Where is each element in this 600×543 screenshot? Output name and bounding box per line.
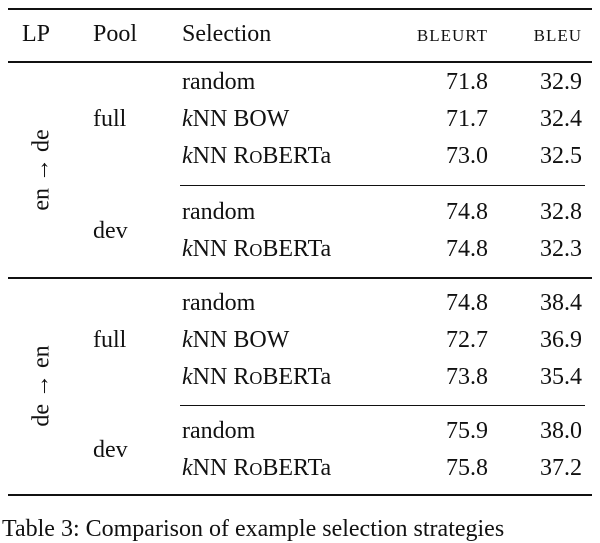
- lp-label: en → de: [28, 128, 55, 211]
- group-rule: [8, 277, 592, 279]
- selection-name: NN ROBERTa: [192, 143, 332, 169]
- bleu-cell: 35.4: [540, 364, 582, 390]
- bleurt-cell: 71.8: [446, 69, 488, 95]
- header-bleurt: bleurt: [416, 21, 488, 47]
- selection-cell: kNN BOW: [182, 105, 289, 133]
- selection-name: NN BOW: [192, 327, 290, 353]
- selection-name: NN ROBERTa: [192, 364, 332, 390]
- bleu-cell: 32.8: [540, 199, 582, 225]
- selection-cell: kNN BOW: [182, 326, 289, 354]
- bottom-rule: [8, 494, 592, 496]
- bleurt-cell: 75.9: [446, 418, 488, 444]
- selection-name: NN ROBERTa: [192, 455, 332, 481]
- header-rule: [8, 61, 592, 63]
- bleu-cell: 32.3: [540, 236, 582, 262]
- selection-cell: kNN ROBERTa: [182, 142, 331, 171]
- bleurt-cell: 71.7: [446, 106, 488, 132]
- bleurt-cell: 72.7: [446, 327, 488, 353]
- selection-cell: random: [182, 417, 255, 445]
- bleurt-cell: 74.8: [446, 290, 488, 316]
- selection-prefix: k: [182, 364, 193, 390]
- selection-name: random: [182, 199, 256, 225]
- selection-name: NN ROBERTa: [192, 236, 332, 262]
- pool-label: dev: [93, 217, 128, 244]
- bleu-cell: 38.4: [540, 290, 582, 316]
- header-bleu: bleu: [533, 21, 582, 47]
- selection-cell: kNN ROBERTa: [182, 454, 331, 483]
- bleu-cell: 32.9: [540, 69, 582, 95]
- selection-name: random: [182, 418, 256, 444]
- header-pool: Pool: [93, 21, 138, 47]
- selection-name: random: [182, 69, 256, 95]
- bleu-cell: 32.4: [540, 106, 582, 132]
- selection-prefix: k: [182, 143, 193, 169]
- selection-prefix: k: [182, 455, 193, 481]
- bleurt-cell: 73.8: [446, 364, 488, 390]
- cline: [180, 185, 585, 186]
- bleu-cell: 37.2: [540, 455, 582, 481]
- selection-prefix: k: [182, 327, 193, 353]
- header-selection: Selection: [182, 21, 272, 47]
- bleurt-cell: 73.0: [446, 143, 488, 169]
- bleu-cell: 32.5: [540, 143, 582, 169]
- bleurt-cell: 74.8: [446, 236, 488, 262]
- pool-label: dev: [93, 436, 128, 463]
- top-rule: [8, 8, 592, 10]
- selection-cell: kNN ROBERTa: [182, 235, 331, 264]
- selection-prefix: k: [182, 236, 193, 262]
- selection-name: NN BOW: [192, 106, 290, 132]
- selection-cell: kNN ROBERTa: [182, 363, 331, 392]
- pool-label: full: [93, 106, 127, 132]
- selection-cell: random: [182, 68, 255, 96]
- cline: [180, 405, 585, 406]
- bleu-cell: 36.9: [540, 327, 582, 353]
- lp-label: de → en: [28, 345, 55, 427]
- pool-label: full: [93, 327, 127, 353]
- bleurt-cell: 75.8: [446, 455, 488, 481]
- selection-prefix: k: [182, 106, 193, 132]
- selection-cell: random: [182, 198, 255, 226]
- selection-cell: random: [182, 289, 255, 317]
- selection-name: random: [182, 290, 256, 316]
- bleurt-cell: 74.8: [446, 199, 488, 225]
- header-lp: LP: [22, 21, 51, 47]
- bleu-cell: 38.0: [540, 418, 582, 444]
